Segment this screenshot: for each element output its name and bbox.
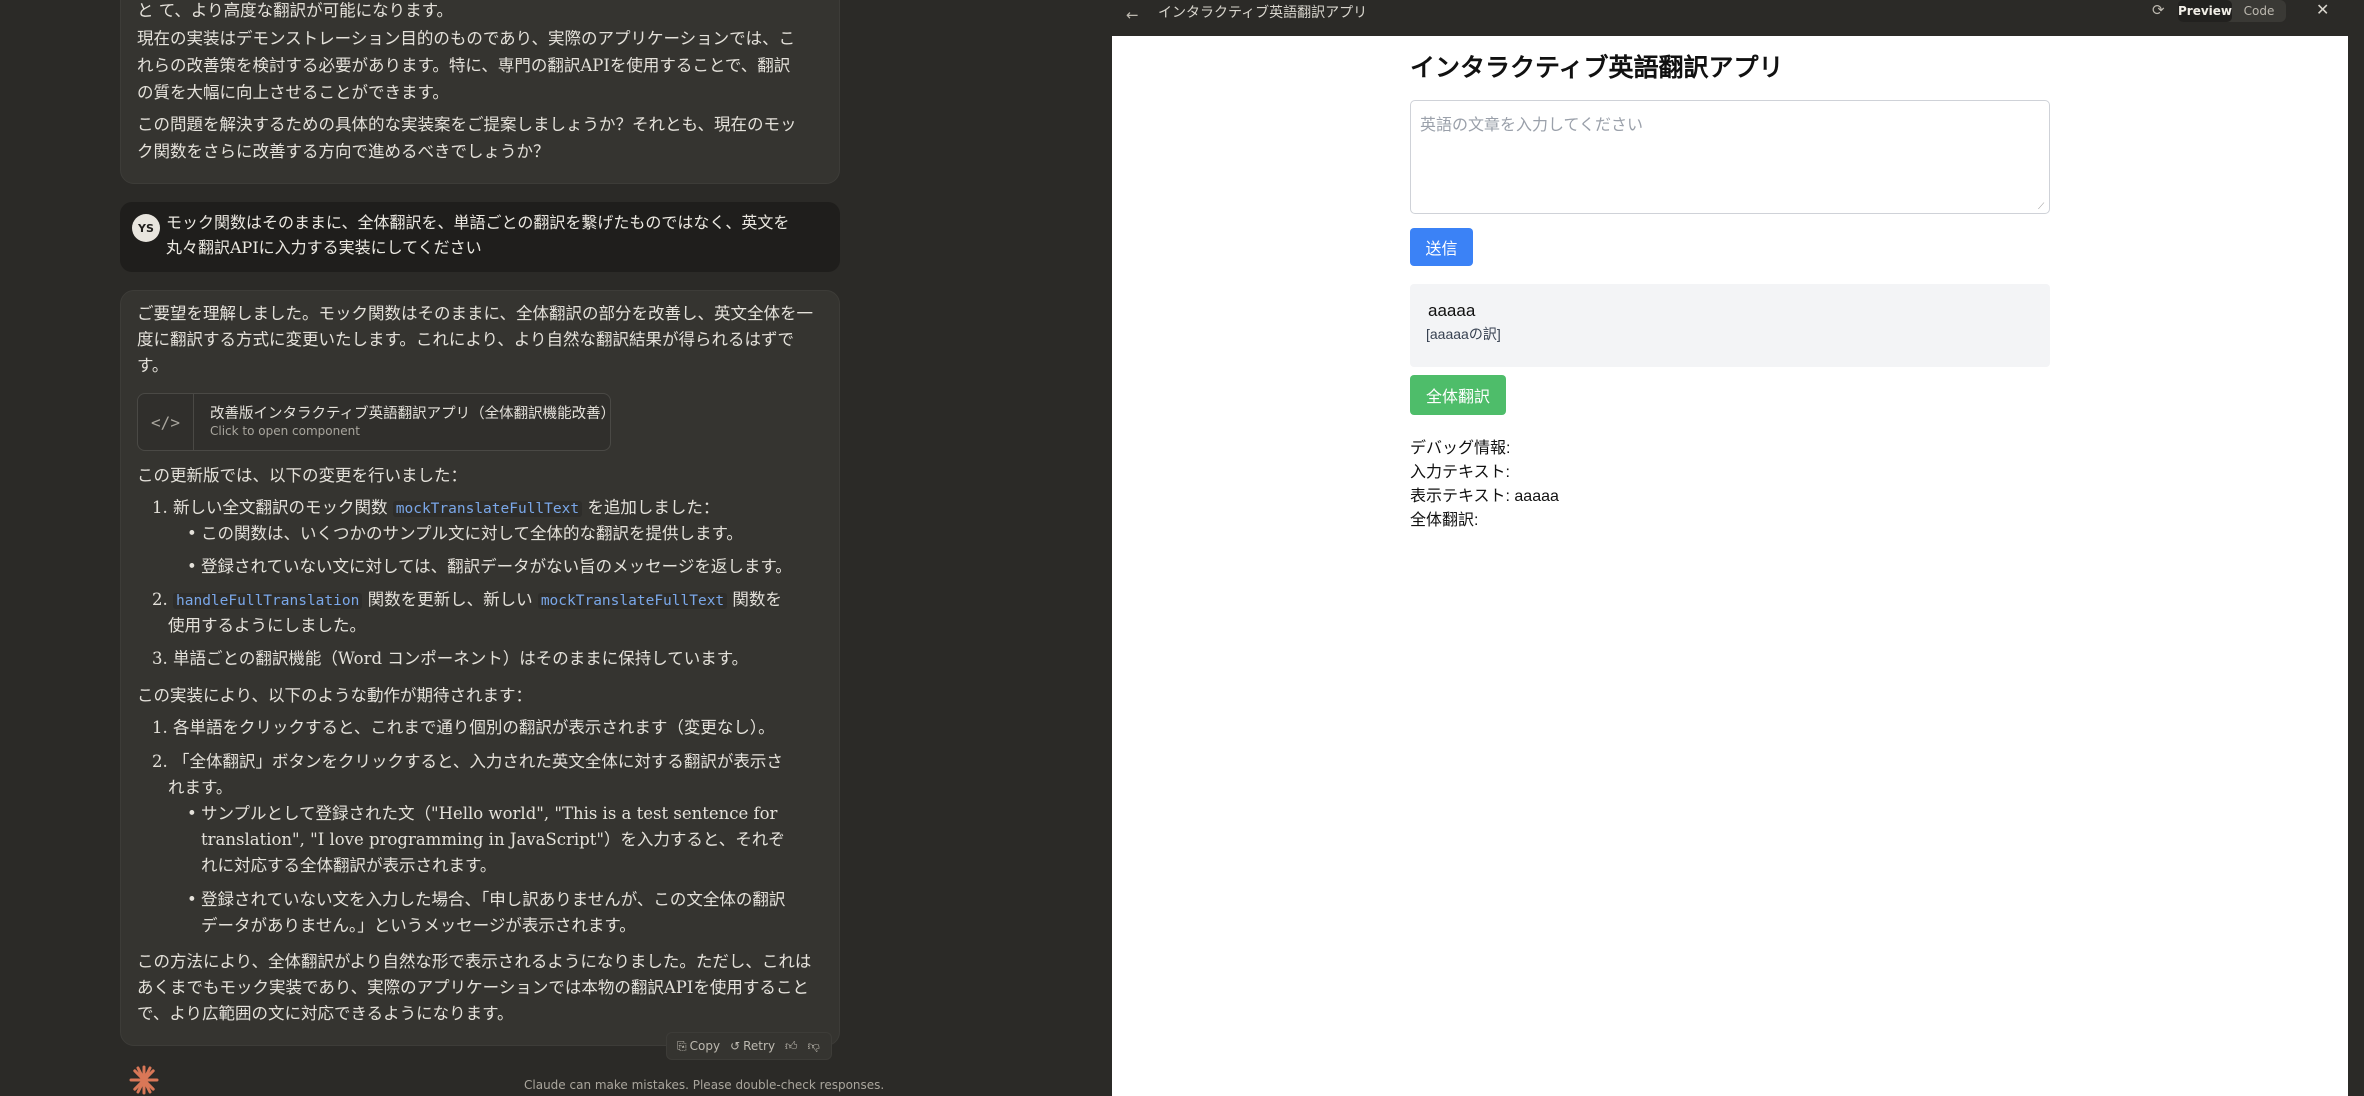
list-item: 登録されていない文に対しては、翻訳データがない旨のメッセージを返します。	[187, 554, 801, 580]
close-icon[interactable]: ✕	[2316, 0, 2329, 19]
retry-icon: ↺	[730, 1039, 741, 1053]
previous-assistant-message: と て、より高度な翻訳が可能になります。 現在の実装はデモンストレーション目的の…	[120, 0, 840, 184]
english-text-input[interactable]	[1410, 100, 2050, 214]
artifact-title: 改善版インタラクティブ英語翻訳アプリ（全体翻訳機能改善）	[210, 406, 616, 422]
code-icon: </>	[138, 394, 194, 450]
list-item: 2. 「全体翻訳」ボタンをクリックすると、入力された英文全体に対する翻訳が表示さ…	[152, 752, 783, 797]
preview-title: インタラクティブ英語翻訳アプリ	[1158, 5, 1368, 21]
thumbs-up-button[interactable]: 👍︎	[785, 1039, 798, 1054]
claude-logo-icon	[129, 1065, 159, 1095]
chat-pane: と て、より高度な翻訳が可能になります。 現在の実装はデモンストレーション目的の…	[0, 0, 1112, 1096]
user-message: YS モック関数はそのままに、全体翻訳を、単語ごとの翻訳を繋げたものではなく、英…	[120, 202, 840, 272]
debug-display-text: 表示テキスト: aaaaa	[1410, 488, 1559, 505]
avatar: YS	[132, 214, 160, 242]
refresh-icon[interactable]: ⟳	[2152, 1, 2165, 19]
back-arrow-icon[interactable]: ←	[1126, 6, 1139, 24]
changes-intro: この更新版では、以下の変更を行いました：	[137, 466, 467, 485]
resize-handle-icon[interactable]: ⟋	[2038, 201, 2048, 211]
list-item: 1. 各単語をクリックすると、これまで通り個別の翻訳が表示されます（変更なし）。	[152, 718, 775, 737]
list-item: 登録されていない文を入力した場合、「申し訳ありませんが、この文全体の翻訳データが…	[187, 887, 791, 939]
assistant-reply: ご要望を理解しました。モック関数はそのままに、全体翻訳の部分を改善し、英文全体を…	[120, 290, 840, 1046]
inline-code: mockTranslateFullText	[392, 501, 583, 517]
retry-button[interactable]: ↺ Retry	[730, 1039, 775, 1053]
disclaimer-text: Claude can make mistakes. Please double-…	[524, 1078, 885, 1092]
message-action-bar: ⎘ Copy ↺ Retry 👍︎ 👎︎	[666, 1032, 832, 1060]
list-item: この関数は、いくつかのサンプル文に対して全体的な翻訳を提供します。	[187, 521, 801, 547]
tab-preview[interactable]: Preview	[2178, 0, 2233, 22]
word-translation: [aaaaaの訳]	[1426, 326, 1501, 342]
app-title: インタラクティブ英語翻訳アプリ	[1410, 54, 1784, 82]
list-item: 2. handleFullTranslation 関数を更新し、新しい mock…	[152, 590, 782, 609]
send-button[interactable]: 送信	[1410, 228, 1473, 266]
translation-result-box	[1410, 284, 2050, 367]
artifact-card[interactable]: </> 改善版インタラクティブ英語翻訳アプリ（全体翻訳機能改善） Click t…	[137, 393, 616, 451]
list-item: サンプルとして登録された文（"Hello world", "This is a …	[187, 801, 791, 879]
thumbs-down-button[interactable]: 👎︎	[808, 1039, 820, 1054]
debug-input-text: 入力テキスト:	[1410, 464, 1510, 481]
thumbs-up-icon: 👍︎	[785, 1038, 798, 1053]
full-translate-button[interactable]: 全体翻訳	[1410, 375, 1506, 415]
list-item: 1. 新しい全文翻訳のモック関数 mockTranslateFullText を…	[152, 498, 720, 517]
behavior-intro: この実装により、以下のような動作が期待されます：	[137, 686, 533, 705]
tab-code[interactable]: Code	[2232, 0, 2286, 22]
user-message-text: モック関数はそのままに、全体翻訳を、単語ごとの翻訳を繋げたものではなく、英文を丸…	[166, 213, 790, 257]
list-item: 3. 単語ごとの翻訳機能（Word コンポーネント）はそのままに保持しています。	[152, 649, 749, 668]
preview-topbar: ← インタラクティブ英語翻訳アプリ ⟳ Preview Code ✕	[1112, 0, 2348, 36]
copy-button[interactable]: ⎘ Copy	[677, 1039, 720, 1054]
inline-code: handleFullTranslation	[173, 593, 363, 609]
artifact-subtitle: Click to open component	[210, 424, 360, 438]
scrollbar[interactable]	[2348, 0, 2364, 1096]
message-text: と て、より高度な翻訳が可能になります。	[137, 1, 453, 20]
message-text: 現在の実装はデモンストレーション目的のものであり、実際のアプリケーションでは、こ…	[137, 29, 796, 102]
reply-conclusion: この方法により、全体翻訳がより自然な形で表示されるようになりました。ただし、これ…	[137, 952, 812, 1023]
message-text: この問題を解決するための具体的な実装案をご提案しましょうか？それとも、現在のモッ…	[137, 115, 797, 161]
inline-code: mockTranslateFullText	[537, 593, 728, 609]
debug-full-translation: 全体翻訳:	[1410, 512, 1479, 529]
reply-intro: ご要望を理解しました。モック関数はそのままに、全体翻訳の部分を改善し、英文全体を…	[137, 304, 814, 375]
list-item-continuation: 使用するようにしました。	[168, 616, 366, 635]
copy-icon: ⎘	[677, 1038, 687, 1053]
clickable-word[interactable]: aaaaa	[1428, 301, 1475, 321]
debug-title: デバッグ情報:	[1410, 440, 1511, 457]
thumbs-down-icon: 👎︎	[807, 1038, 820, 1053]
view-toggle: Preview Code	[2178, 0, 2286, 22]
